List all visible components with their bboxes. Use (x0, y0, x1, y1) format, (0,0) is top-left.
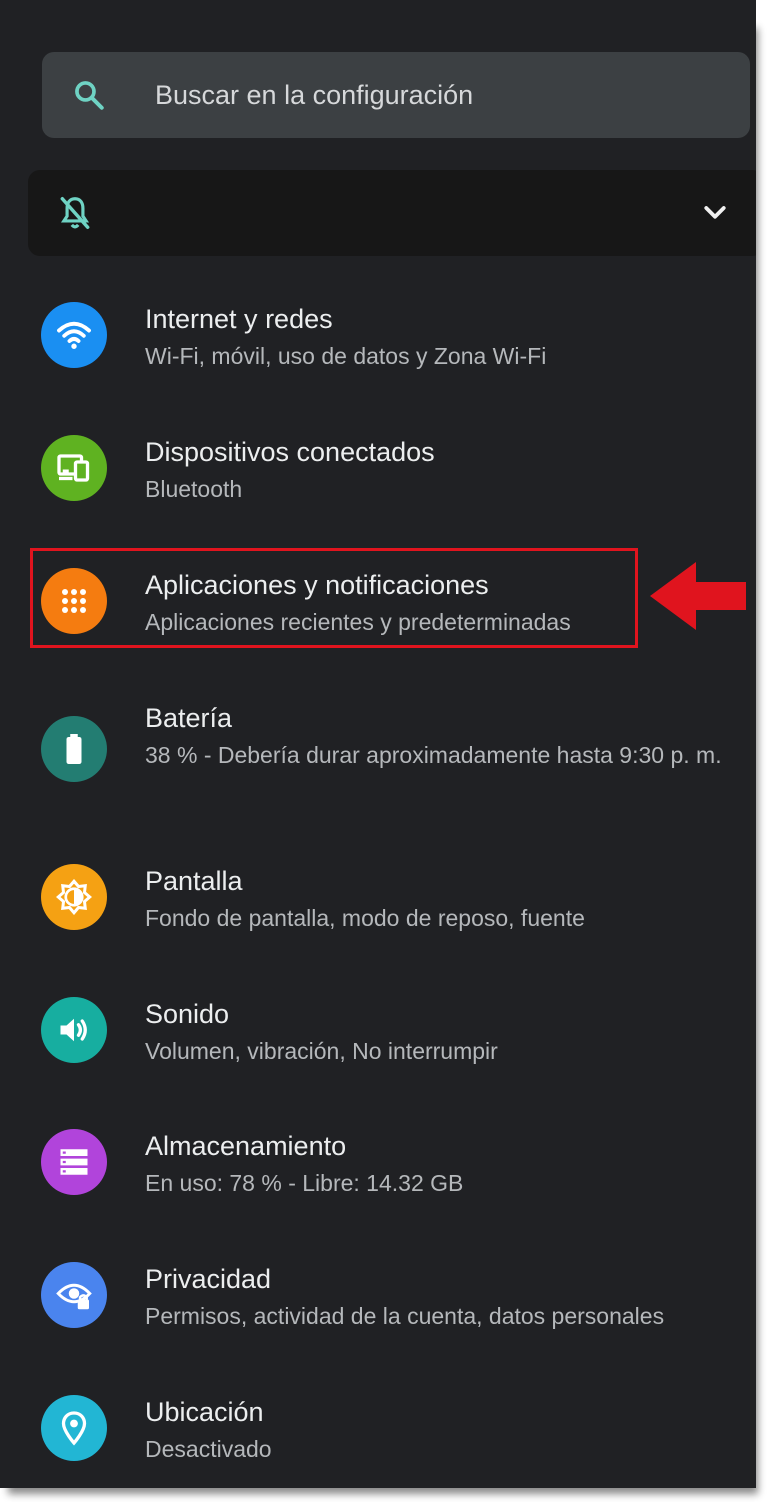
location-icon-circle (41, 1395, 107, 1461)
settings-item-title: Dispositivos conectados (145, 437, 435, 467)
chevron-down-icon[interactable] (700, 198, 730, 228)
settings-item-title: Batería (145, 703, 233, 733)
settings-item-title: Internet y redes (145, 304, 333, 334)
notifications-off-icon (60, 197, 90, 229)
search-placeholder: Buscar en la configuración (155, 80, 474, 110)
settings-screen: Buscar en la configuración Internet y re… (0, 0, 756, 1488)
settings-item-subtitle: Fondo de pantalla, modo de reposo, fuent… (145, 905, 585, 931)
devices-icon (57, 454, 90, 482)
settings-item-title: Pantalla (145, 866, 243, 896)
settings-item-title: Sonido (145, 999, 230, 1029)
settings-item-subtitle: Bluetooth (145, 476, 243, 502)
battery-icon-circle (41, 716, 107, 782)
settings-item-subtitle: En uso: 78 % - Libre: 14.32 GB (145, 1170, 464, 1196)
search-icon (75, 81, 104, 110)
sound-icon-circle (41, 997, 107, 1063)
suggestion-bar[interactable] (28, 170, 756, 256)
wifi-icon (57, 321, 91, 349)
settings-item-subtitle: Desactivado (145, 1436, 272, 1462)
settings-item-title: Privacidad (145, 1264, 272, 1294)
search-bar[interactable]: Buscar en la configuración (42, 52, 750, 138)
storage-icon-circle (41, 1129, 107, 1195)
settings-item-title: Almacenamiento (145, 1131, 347, 1161)
red-arrow-icon (650, 562, 746, 630)
settings-item-subtitle: Volumen, vibración, No interrumpir (145, 1038, 498, 1064)
settings-item-title: Ubicación (145, 1397, 264, 1427)
storage-icon (60, 1149, 88, 1175)
display-icon-circle (41, 864, 107, 930)
volume-icon (60, 1018, 87, 1042)
devices-icon-circle (41, 435, 107, 501)
settings-item-subtitle: 38 % - Debería durar aproximadamente has… (145, 742, 722, 768)
location-pin-icon (61, 1411, 87, 1446)
settings-item-subtitle: Wi-Fi, móvil, uso de datos y Zona Wi-Fi (145, 343, 547, 369)
highlight-box (30, 548, 638, 648)
privacy-icon-circle (41, 1262, 107, 1328)
settings-item-subtitle: Permisos, actividad de la cuenta, datos … (145, 1303, 665, 1329)
brightness-icon (56, 879, 92, 915)
battery-icon (66, 734, 82, 764)
privacy-eye-icon (56, 1283, 92, 1310)
internet-icon-circle (41, 302, 107, 368)
